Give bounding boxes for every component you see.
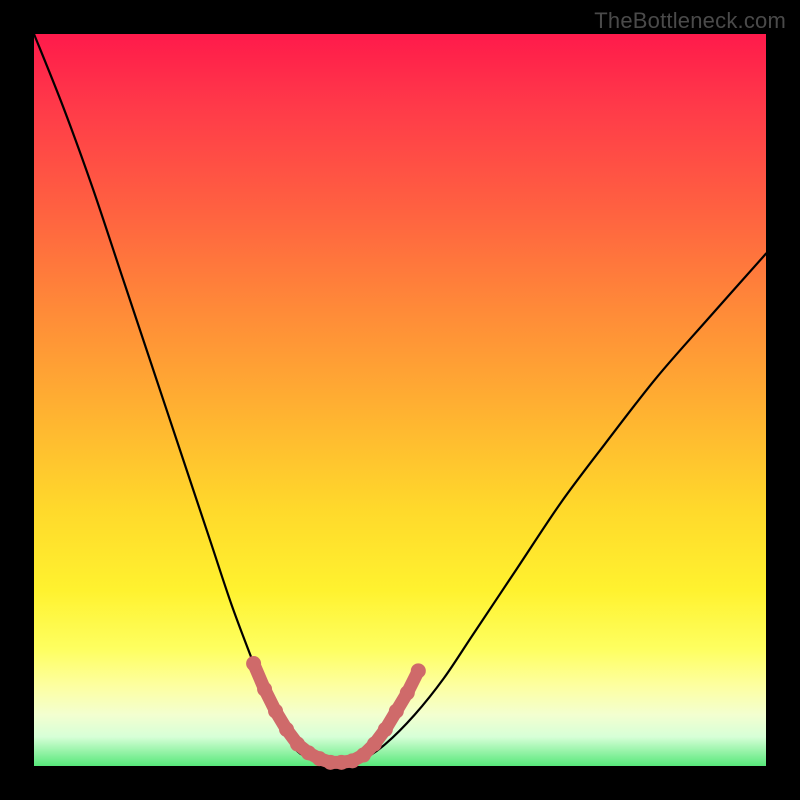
watermark-text: TheBottleneck.com [594,8,786,34]
plot-area [34,34,766,766]
marker-dot [411,663,426,678]
bottleneck-curve [34,34,766,763]
marker-dot [257,682,272,697]
marker-dot [356,748,371,763]
marker-dot [367,737,382,752]
marker-dot [279,722,294,737]
marker-dot [378,722,393,737]
marker-dot [400,685,415,700]
curve-markers [246,656,426,770]
chart-svg [34,34,766,766]
marker-dot [268,704,283,719]
marker-dot [246,656,261,671]
marker-dot [389,704,404,719]
chart-frame: TheBottleneck.com [0,0,800,800]
